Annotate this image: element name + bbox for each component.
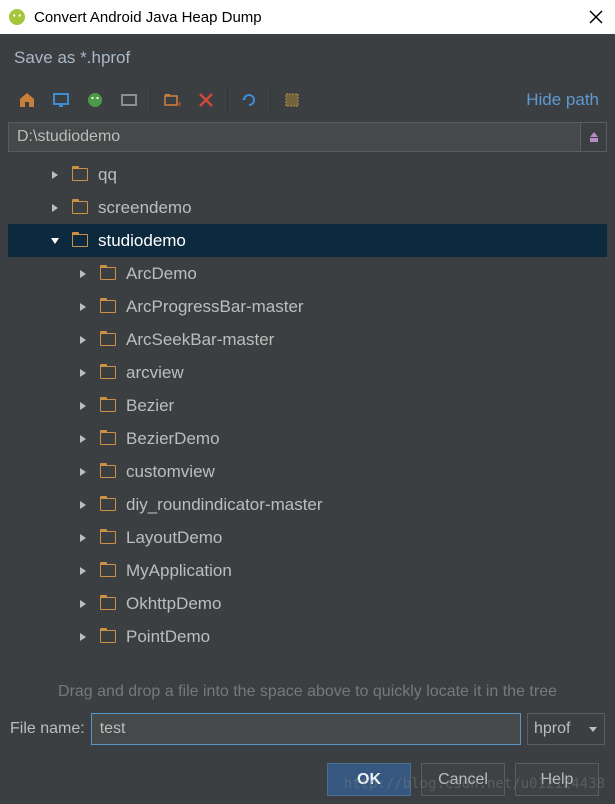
filename-row: File name: hprof bbox=[8, 713, 607, 745]
folder-icon bbox=[72, 168, 88, 181]
chevron-right-icon[interactable] bbox=[76, 531, 90, 545]
tree-row[interactable]: OkhttpDemo bbox=[8, 587, 607, 620]
folder-icon bbox=[100, 630, 116, 643]
folder-icon bbox=[100, 432, 116, 445]
folder-icon bbox=[72, 201, 88, 214]
path-row bbox=[8, 122, 607, 152]
show-hidden-icon[interactable] bbox=[275, 85, 309, 115]
project-icon[interactable] bbox=[78, 85, 112, 115]
chevron-right-icon[interactable] bbox=[76, 432, 90, 446]
tree-item-label: customview bbox=[126, 462, 215, 482]
tree-item-label: ArcSeekBar-master bbox=[126, 330, 274, 350]
chevron-right-icon[interactable] bbox=[76, 333, 90, 347]
folder-icon bbox=[100, 597, 116, 610]
tree-row[interactable]: MyApplication bbox=[8, 554, 607, 587]
drop-hint: Drag and drop a file into the space abov… bbox=[8, 675, 607, 713]
tree-item-label: studiodemo bbox=[98, 231, 186, 251]
chevron-right-icon[interactable] bbox=[48, 168, 62, 182]
tree-row[interactable]: diy_roundindicator-master bbox=[8, 488, 607, 521]
tree-row[interactable]: studiodemo bbox=[8, 224, 607, 257]
tree-row[interactable]: Bezier bbox=[8, 389, 607, 422]
separator bbox=[150, 89, 151, 111]
chevron-right-icon[interactable] bbox=[76, 498, 90, 512]
tree-row[interactable]: arcview bbox=[8, 356, 607, 389]
tree-item-label: Bezier bbox=[126, 396, 174, 416]
filename-label: File name: bbox=[10, 720, 85, 738]
new-folder-icon[interactable]: + bbox=[155, 85, 189, 115]
tree-item-label: ArcDemo bbox=[126, 264, 197, 284]
tree-item-label: MyApplication bbox=[126, 561, 232, 581]
close-icon[interactable] bbox=[589, 10, 603, 24]
android-studio-icon bbox=[8, 8, 26, 26]
folder-icon bbox=[100, 267, 116, 280]
chevron-down-icon bbox=[588, 724, 598, 734]
tree-row[interactable]: BezierDemo bbox=[8, 422, 607, 455]
toolbar: + Hide path bbox=[8, 82, 607, 118]
folder-icon bbox=[100, 300, 116, 313]
separator bbox=[270, 89, 271, 111]
tree-item-label: diy_roundindicator-master bbox=[126, 495, 323, 515]
delete-icon[interactable] bbox=[189, 85, 223, 115]
tree-row[interactable]: customview bbox=[8, 455, 607, 488]
tree-item-label: ArcProgressBar-master bbox=[126, 297, 304, 317]
path-history-icon[interactable] bbox=[581, 122, 607, 152]
filename-input[interactable] bbox=[91, 713, 521, 745]
folder-icon bbox=[100, 498, 116, 511]
tree-row[interactable]: qq bbox=[8, 158, 607, 191]
titlebar: Convert Android Java Heap Dump bbox=[0, 0, 615, 34]
tree-item-label: BezierDemo bbox=[126, 429, 220, 449]
help-button[interactable]: Help bbox=[515, 763, 599, 796]
button-row: OK Cancel Help bbox=[8, 745, 607, 796]
chevron-right-icon[interactable] bbox=[76, 399, 90, 413]
path-input[interactable] bbox=[8, 122, 581, 152]
chevron-right-icon[interactable] bbox=[76, 366, 90, 380]
chevron-down-icon[interactable] bbox=[48, 234, 62, 248]
folder-tree[interactable]: qq screendemo studiodemo ArcDemo ArcProgress… bbox=[8, 154, 607, 675]
chevron-right-icon[interactable] bbox=[76, 597, 90, 611]
folder-icon bbox=[100, 564, 116, 577]
tree-row[interactable]: ArcSeekBar-master bbox=[8, 323, 607, 356]
desktop-icon[interactable] bbox=[44, 85, 78, 115]
folder-icon bbox=[100, 399, 116, 412]
home-icon[interactable] bbox=[10, 85, 44, 115]
save-as-label: Save as *.hprof bbox=[8, 44, 607, 82]
folder-icon bbox=[72, 234, 88, 247]
separator bbox=[227, 89, 228, 111]
svg-text:+: + bbox=[177, 99, 181, 109]
folder-icon bbox=[100, 465, 116, 478]
chevron-right-icon[interactable] bbox=[76, 630, 90, 644]
tree-item-label: OkhttpDemo bbox=[126, 594, 221, 614]
chevron-right-icon[interactable] bbox=[76, 267, 90, 281]
tree-item-label: PointDemo bbox=[126, 627, 210, 647]
chevron-right-icon[interactable] bbox=[76, 564, 90, 578]
tree-item-label: LayoutDemo bbox=[126, 528, 222, 548]
tree-row[interactable]: ArcDemo bbox=[8, 257, 607, 290]
tree-item-label: qq bbox=[98, 165, 117, 185]
chevron-right-icon[interactable] bbox=[76, 465, 90, 479]
chevron-right-icon[interactable] bbox=[48, 201, 62, 215]
tree-row[interactable]: ArcProgressBar-master bbox=[8, 290, 607, 323]
extension-value: hprof bbox=[534, 720, 570, 738]
extension-select[interactable]: hprof bbox=[527, 713, 605, 745]
cancel-button[interactable]: Cancel bbox=[421, 763, 505, 796]
ok-button[interactable]: OK bbox=[327, 763, 411, 796]
module-icon[interactable] bbox=[112, 85, 146, 115]
folder-icon bbox=[100, 333, 116, 346]
tree-row[interactable]: screendemo bbox=[8, 191, 607, 224]
hide-path-link[interactable]: Hide path bbox=[526, 90, 605, 110]
window-title: Convert Android Java Heap Dump bbox=[34, 9, 589, 26]
refresh-icon[interactable] bbox=[232, 85, 266, 115]
folder-icon bbox=[100, 531, 116, 544]
chevron-right-icon[interactable] bbox=[76, 300, 90, 314]
tree-item-label: arcview bbox=[126, 363, 184, 383]
folder-icon bbox=[100, 366, 116, 379]
tree-item-label: screendemo bbox=[98, 198, 192, 218]
tree-row[interactable]: PointDemo bbox=[8, 620, 607, 653]
tree-row[interactable]: LayoutDemo bbox=[8, 521, 607, 554]
